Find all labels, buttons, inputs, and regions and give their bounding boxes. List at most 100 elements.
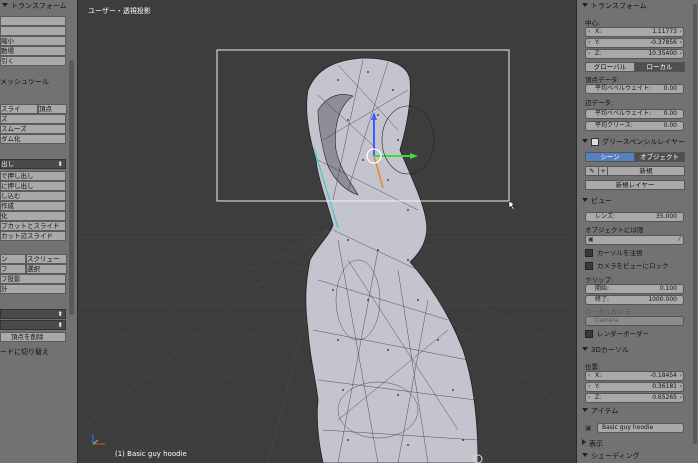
- mesh-tools-header[interactable]: メッシュツール: [0, 77, 70, 88]
- cursor-x-label: X:: [595, 372, 602, 379]
- collapse-triangle-icon[interactable]: [2, 3, 8, 7]
- checkbox-icon[interactable]: [585, 262, 593, 270]
- local-toggle[interactable]: ローカル: [634, 62, 685, 72]
- vertex-bevel-weight-field[interactable]: 平均ベベルウェイト: 0.00: [585, 84, 684, 94]
- extrude-item-4[interactable]: 作成: [0, 201, 66, 211]
- dropdown-1[interactable]: ⬍: [0, 309, 66, 319]
- pencil-icon[interactable]: ✎: [585, 166, 599, 176]
- right-arrow-icon[interactable]: ›: [680, 383, 682, 391]
- right-arrow-icon[interactable]: ›: [680, 372, 682, 380]
- edge-bevel-weight-field[interactable]: 平均ベベルウェイト: 0.00: [585, 109, 684, 119]
- screw-button[interactable]: スクリュー: [26, 254, 67, 264]
- cursor-y-field[interactable]: ‹ Y: 0.36181 ›: [585, 382, 684, 392]
- clip-start-value: 0.100: [659, 285, 677, 292]
- right-arrow-icon[interactable]: ›: [680, 39, 682, 47]
- delete-vertex-button[interactable]: 頂点を削除: [0, 332, 66, 342]
- cursor-x-field[interactable]: ‹ X: -0.18454 ›: [585, 371, 684, 381]
- transform-panel-header[interactable]: トランスフォーム: [0, 1, 70, 12]
- collapse-triangle-icon[interactable]: [582, 408, 588, 412]
- lock-cursor-checkbox[interactable]: カーソルを注視: [585, 247, 643, 257]
- clip-start-field[interactable]: 開始: 0.100: [585, 284, 684, 294]
- left-arrow-icon[interactable]: ‹: [588, 372, 590, 380]
- item-header[interactable]: アイテム: [577, 406, 691, 417]
- transform-button-1[interactable]: [0, 16, 66, 26]
- cube-icon: ▣: [585, 424, 592, 432]
- lock-object-field[interactable]: ▣ ⁄: [585, 235, 684, 245]
- 3d-cursor-header[interactable]: 3Dカーソル: [577, 345, 691, 356]
- cursor-z-field[interactable]: ‹ Z: 0.65265 ›: [585, 393, 684, 403]
- select-button[interactable]: 選択: [26, 264, 67, 274]
- display-header[interactable]: 表示: [577, 439, 691, 450]
- shading-title: シェーディング: [591, 452, 640, 460]
- new-layer-button[interactable]: 新規レイヤー: [585, 180, 685, 190]
- dropdown-2[interactable]: ⬍: [0, 320, 66, 330]
- viewport-title: ユーザー・透視投影: [88, 7, 151, 15]
- spin-button[interactable]: ン: [0, 254, 26, 264]
- left-arrow-icon[interactable]: ‹: [588, 28, 590, 36]
- extrude-item-1[interactable]: で押し出し: [0, 171, 66, 181]
- item-name-field[interactable]: Basic guy hoodie: [597, 423, 684, 433]
- eyedropper-icon[interactable]: ⁄: [679, 236, 680, 244]
- median-label: 中心:: [585, 19, 601, 27]
- 3d-viewport[interactable]: ユーザー・透視投影 (1) Basic guy hoodie: [78, 0, 575, 463]
- object-toggle[interactable]: オブジェクト: [634, 152, 685, 162]
- transform-button-2[interactable]: [0, 26, 66, 36]
- size-button[interactable]: ズ: [0, 114, 66, 124]
- extrude-item-7[interactable]: カット辺スライド: [0, 231, 66, 241]
- scale-button[interactable]: 縮小: [0, 36, 66, 46]
- right-arrow-icon[interactable]: ›: [680, 394, 682, 402]
- properties-scrollbar[interactable]: [693, 4, 697, 444]
- slide-button[interactable]: スライ: [0, 104, 38, 114]
- edge-data-label: 辺データ:: [585, 99, 614, 107]
- median-z-field[interactable]: ‹ Z: 10.35400 ›: [585, 49, 684, 59]
- transform-panel-header[interactable]: トランスフォーム: [577, 1, 691, 12]
- median-y-field[interactable]: ‹ Y: -0.37856 ›: [585, 38, 684, 48]
- checkbox-icon[interactable]: [585, 330, 593, 338]
- bisect-button[interactable]: 計: [0, 284, 66, 294]
- render-border-checkbox[interactable]: レンダーボーダー: [585, 328, 649, 338]
- tool-shelf-scrollbar[interactable]: [69, 60, 74, 315]
- checkbox-icon[interactable]: [585, 249, 593, 257]
- hoodie-mesh[interactable]: [305, 57, 479, 463]
- move-button[interactable]: 動場: [0, 46, 66, 56]
- right-arrow-icon[interactable]: ›: [680, 28, 682, 36]
- collapse-triangle-icon[interactable]: [582, 139, 588, 143]
- left-arrow-icon[interactable]: ‹: [588, 39, 590, 47]
- left-arrow-icon[interactable]: ‹: [588, 383, 590, 391]
- vertex-bevel-weight-value: 0.00: [663, 85, 677, 92]
- pull-button[interactable]: 引く: [0, 56, 66, 66]
- randomize-button[interactable]: ダム化: [0, 134, 66, 144]
- collapse-triangle-icon[interactable]: [582, 347, 588, 351]
- extrude-select[interactable]: 出し ⬍: [0, 159, 66, 169]
- lock-camera-checkbox[interactable]: カメラをビューにロック: [585, 260, 669, 270]
- expand-triangle-icon[interactable]: [582, 439, 586, 445]
- collapse-triangle-icon[interactable]: [582, 3, 588, 7]
- clip-end-field[interactable]: 終了: 1000.000: [585, 295, 684, 305]
- global-toggle[interactable]: グローバル: [585, 62, 635, 72]
- median-x-field[interactable]: ‹ X: 1.11773 ›: [585, 27, 684, 37]
- scene-toggle[interactable]: シーン: [585, 152, 635, 162]
- lens-field[interactable]: レンズ: 35.000: [585, 212, 684, 222]
- new-button[interactable]: 新規: [607, 166, 685, 176]
- mean-crease-field[interactable]: 平均クリース: 0.00: [585, 121, 684, 131]
- lock-to-object-label: オブジェクトには限: [585, 226, 644, 234]
- knife-project-button[interactable]: フ投影: [0, 274, 66, 284]
- extrude-item-2[interactable]: に押し出し: [0, 181, 66, 191]
- grease-pencil-checkbox[interactable]: [591, 138, 599, 146]
- view-header[interactable]: ビュー: [577, 196, 691, 207]
- updown-arrow-icon: ⬍: [57, 310, 63, 318]
- extrude-item-5[interactable]: 化: [0, 211, 66, 221]
- location-label: 位置:: [585, 363, 601, 371]
- shading-header[interactable]: シェーディング: [577, 451, 691, 462]
- extrude-item-6[interactable]: プカットとスライド: [0, 221, 66, 231]
- grease-pencil-header[interactable]: グリースペンシルレイヤー: [577, 137, 691, 148]
- vertex-button[interactable]: 頂点: [38, 104, 67, 114]
- collapse-triangle-icon[interactable]: [582, 198, 588, 202]
- extrude-item-3[interactable]: し込む: [0, 191, 66, 201]
- smooth-button[interactable]: スムーズ: [0, 124, 66, 134]
- left-arrow-icon[interactable]: ‹: [588, 394, 590, 402]
- left-arrow-icon[interactable]: ‹: [588, 50, 590, 58]
- collapse-triangle-icon[interactable]: [582, 453, 588, 457]
- knife-button[interactable]: フ: [0, 264, 26, 274]
- right-arrow-icon[interactable]: ›: [680, 50, 682, 58]
